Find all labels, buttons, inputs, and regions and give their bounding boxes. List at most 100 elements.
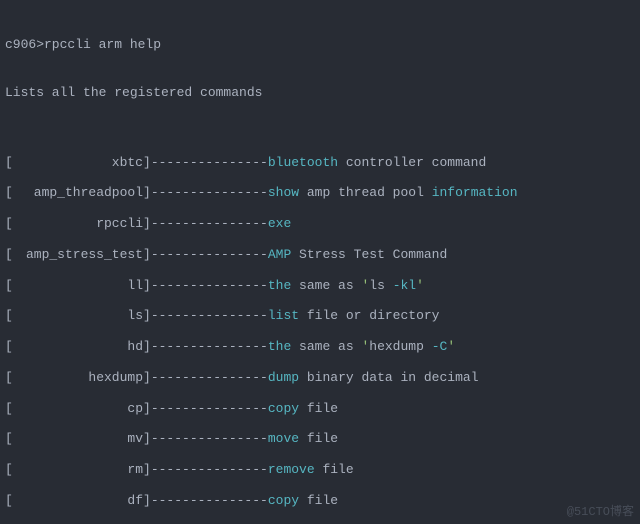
keyword-token: exe [268,216,291,231]
keyword-token: copy [268,493,299,508]
terminal-output: c906>rpccli arm help Lists all the regis… [0,0,640,524]
command-list: [xbtc]---------------bluetooth controlle… [5,155,635,524]
command-description: remove file [268,462,354,478]
separator-dashes: --------------- [151,308,268,324]
text-token: controller command [338,155,486,170]
command-row: [mv]---------------move file [5,431,635,447]
close-bracket: ] [143,308,151,324]
close-bracket: ] [143,216,151,232]
command-description: exe [268,216,291,232]
command-row: [ls]---------------list file or director… [5,308,635,324]
open-bracket: [ [5,401,13,417]
quote-token: ' [416,278,424,293]
command-description: copy file [268,401,338,417]
command-description: dump binary data in decimal [268,370,479,386]
open-bracket: [ [5,216,13,232]
open-bracket: [ [5,185,13,201]
command-row: [rm]---------------remove file [5,462,635,478]
close-bracket: ] [143,247,151,263]
open-bracket: [ [5,155,13,171]
text-token: ls [369,278,392,293]
close-bracket: ] [143,370,151,386]
command-description: move file [268,431,338,447]
command-description: bluetooth controller command [268,155,486,171]
text-token: same as [291,339,361,354]
command-name: xbtc [13,155,143,171]
keyword-token: move [268,431,299,446]
close-bracket: ] [143,431,151,447]
command-row: [df]---------------copy file [5,493,635,509]
subtitle-line: Lists all the registered commands [5,85,635,101]
open-bracket: [ [5,247,13,263]
command-name: df [13,493,143,509]
close-bracket: ] [143,462,151,478]
keyword-token: the [268,339,291,354]
command-name: ls [13,308,143,324]
command-row: [xbtc]---------------bluetooth controlle… [5,155,635,171]
command-row: [hd]---------------the same as 'hexdump … [5,339,635,355]
option-token: -kl [393,278,416,293]
command-description: AMP Stress Test Command [268,247,447,263]
open-bracket: [ [5,493,13,509]
command-name: cp [13,401,143,417]
command-name: amp_stress_test [13,247,143,263]
separator-dashes: --------------- [151,278,268,294]
command-description: the same as 'hexdump -C' [268,339,455,355]
keyword-token: AMP [268,247,291,262]
quote-token: ' [447,339,455,354]
command-row: [ll]---------------the same as 'ls -kl' [5,278,635,294]
separator-dashes: --------------- [151,462,268,478]
separator-dashes: --------------- [151,339,268,355]
separator-dashes: --------------- [151,370,268,386]
text-token: amp thread pool [299,185,432,200]
command-description: show amp thread pool information [268,185,518,201]
separator-dashes: --------------- [151,401,268,417]
command-description: the same as 'ls -kl' [268,278,424,294]
text-token: same as [291,278,361,293]
open-bracket: [ [5,370,13,386]
text-token: file [299,401,338,416]
text-token: binary data in decimal [299,370,478,385]
open-bracket: [ [5,308,13,324]
close-bracket: ] [143,185,151,201]
separator-dashes: --------------- [151,216,268,232]
text-token: file [299,493,338,508]
command-row: [rpccli]---------------exe [5,216,635,232]
command-name: rpccli [13,216,143,232]
command-name: rm [13,462,143,478]
close-bracket: ] [143,493,151,509]
command-row: [hexdump]---------------dump binary data… [5,370,635,386]
command-name: hexdump [13,370,143,386]
command-row: [cp]---------------copy file [5,401,635,417]
command-row: [amp_stress_test]---------------AMP Stre… [5,247,635,263]
keyword-token: dump [268,370,299,385]
prompt-line: c906>rpccli arm help [5,37,635,53]
text-token: file [315,462,354,477]
keyword-token: information [432,185,518,200]
text-token: file or directory [299,308,439,323]
close-bracket: ] [143,401,151,417]
text-token: file [299,431,338,446]
separator-dashes: --------------- [151,155,268,171]
open-bracket: [ [5,339,13,355]
command-description: copy file [268,493,338,509]
open-bracket: [ [5,431,13,447]
separator-dashes: --------------- [151,431,268,447]
keyword-token: list [268,308,299,323]
command-name: mv [13,431,143,447]
keyword-token: show [268,185,299,200]
text-token: Stress Test Command [291,247,447,262]
separator-dashes: --------------- [151,185,268,201]
text-token: hexdump [369,339,431,354]
close-bracket: ] [143,278,151,294]
keyword-token: the [268,278,291,293]
open-bracket: [ [5,278,13,294]
keyword-token: copy [268,401,299,416]
command-row: [amp_threadpool]---------------show amp … [5,185,635,201]
command-name: hd [13,339,143,355]
close-bracket: ] [143,155,151,171]
command-name: ll [13,278,143,294]
close-bracket: ] [143,339,151,355]
option-token: -C [432,339,448,354]
command-name: amp_threadpool [13,185,143,201]
